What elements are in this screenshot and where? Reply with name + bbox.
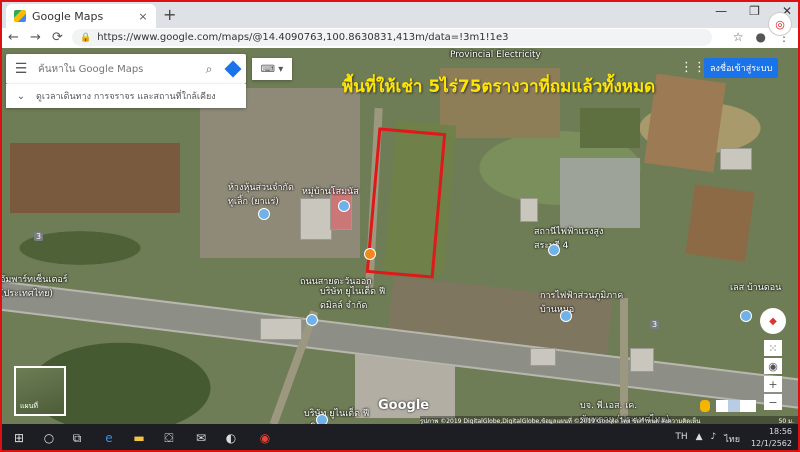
mail-icon[interactable]: ✉	[192, 429, 210, 447]
search-input[interactable]	[36, 62, 198, 76]
search-icon[interactable]: ⌕	[198, 62, 220, 77]
location-icon[interactable]: ◉	[764, 358, 782, 374]
place-pin-icon[interactable]	[560, 310, 572, 322]
compass-icon[interactable]: ◆	[760, 308, 786, 334]
forward-button[interactable]: →	[30, 30, 41, 45]
farm-field	[580, 108, 640, 148]
map-type-thumbnail[interactable]: แผนที่	[14, 366, 66, 416]
edge-browser-icon[interactable]: e	[100, 429, 118, 447]
google-logo: Google	[378, 398, 430, 413]
signin-button[interactable]: ลงชื่อเข้าสู่ระบบ	[704, 58, 779, 78]
rental-plot-outline	[365, 127, 447, 279]
reload-button[interactable]: ⟳	[52, 30, 63, 45]
food-pin-icon[interactable]	[364, 248, 376, 260]
farm-field	[685, 184, 755, 262]
lens-icon[interactable]: ◎	[768, 12, 792, 36]
keyboard-icon[interactable]: ⌨ ▾	[252, 58, 292, 80]
map-controls: ◆ ⁙ ◉ + −	[760, 308, 786, 410]
url-text: https://www.google.com/maps/@14.4090763,…	[97, 32, 509, 43]
building	[520, 198, 538, 222]
place-pin-icon[interactable]	[258, 208, 270, 220]
bookmark-star-icon[interactable]: ☆	[733, 30, 744, 44]
place-pin-icon[interactable]	[548, 244, 560, 256]
url-bar[interactable]: 🔒 https://www.google.com/maps/@14.409076…	[72, 29, 712, 46]
label-shop[interactable]: ห้างหุ้นส่วนจำกัด ทูเลิ้ก (ยาแร่)	[228, 180, 298, 208]
substation-area	[560, 158, 640, 228]
place-pin-icon[interactable]	[740, 310, 752, 322]
place-pin-icon[interactable]	[306, 314, 318, 326]
new-tab-button[interactable]: +	[163, 5, 176, 24]
search-box: ☰ ⌕	[6, 54, 246, 84]
chrome-icon[interactable]: ◉	[256, 429, 274, 447]
grid-icon[interactable]: ⁙	[764, 340, 782, 356]
label-substation[interactable]: สถานีไฟฟ้าแรงสูงสระบุรี 4	[534, 224, 604, 252]
rental-overlay-text: พื้นที่ให้เช่า 5ไร่75ตรางวาที่ถมแล้วทั้ง…	[342, 77, 656, 97]
minimize-button[interactable]: —	[715, 4, 727, 18]
zoom-in-button[interactable]: +	[764, 376, 782, 392]
tab-google-maps[interactable]: Google Maps ×	[6, 4, 156, 28]
maximize-button[interactable]: ❐	[749, 4, 760, 18]
menu-hamburger-icon[interactable]: ☰	[6, 61, 36, 77]
building	[300, 198, 332, 240]
tab-close-icon[interactable]: ×	[136, 10, 150, 23]
media-player-icon[interactable]: ◐	[222, 429, 240, 447]
layer-thumbnails[interactable]	[716, 400, 756, 412]
profile-avatar-icon[interactable]: ●	[756, 30, 766, 44]
pegman-icon[interactable]	[700, 400, 710, 412]
building	[260, 318, 302, 340]
browser-tab-bar: Google Maps × + — ❐ ✕	[0, 0, 800, 28]
tray-language-code[interactable]: TH	[675, 432, 687, 446]
map-type-label: แผนที่	[20, 402, 39, 410]
clock-date: 12/1/2562	[750, 439, 792, 448]
task-view-icon[interactable]: ⧉	[68, 429, 86, 447]
farm-field	[10, 143, 180, 213]
building	[720, 148, 752, 170]
chevron-down-icon: ⌄	[16, 90, 26, 102]
system-tray: TH ▲ ♪ ไทย	[675, 432, 740, 446]
route-shield-icon: 3	[650, 320, 660, 329]
address-bar-row: ← → ⟳ 🔒 https://www.google.com/maps/@14.…	[0, 28, 800, 49]
zoom-out-button[interactable]: −	[764, 394, 782, 410]
clock[interactable]: 18:56 12/1/2562	[751, 426, 792, 450]
label-road: ถนนสายตะวันออก	[300, 277, 372, 287]
compound-area	[200, 88, 360, 258]
label-village[interactable]: หมู่บ้านโสมนัส	[302, 184, 359, 198]
label-pea[interactable]: การไฟฟ้าส่วนภูมิภาค บ้านหมอ	[540, 288, 630, 316]
label-right-top[interactable]: เลส บ้านดอน	[730, 280, 790, 294]
back-button[interactable]: ←	[8, 30, 19, 45]
building	[630, 348, 654, 372]
label-company[interactable]: บริษัท ยูไนเต็ด ฟีดมิลล์ จำกัด	[320, 284, 400, 312]
explore-nearby-row[interactable]: ⌄ ดูเวลาเดินทาง การจราจร และสถานที่ใกล้เ…	[6, 84, 246, 108]
tray-language[interactable]: ไทย	[724, 432, 740, 446]
windows-start-icon[interactable]: ⊞	[10, 429, 28, 447]
route-shield-icon: 3	[34, 232, 44, 241]
scale-bar[interactable]: 50 ม.	[779, 416, 794, 424]
building	[530, 348, 556, 366]
search-taskbar-icon[interactable]: ○	[40, 429, 58, 447]
store-icon[interactable]: ⛋	[160, 429, 178, 447]
windows-taskbar: ⊞ ○ ⧉ e ▬ ⛋ ✉ ◐ ◉ TH ▲ ♪ ไทย 18:56 12/1/…	[0, 424, 800, 452]
tab-title: Google Maps	[32, 9, 104, 23]
google-maps-favicon-icon	[14, 10, 26, 22]
file-explorer-icon[interactable]: ▬	[130, 429, 148, 447]
explore-nearby-text: ดูเวลาเดินทาง การจราจร และสถานที่ใกล้เคี…	[36, 92, 216, 102]
volume-icon[interactable]: ♪	[711, 432, 717, 446]
place-pin-icon[interactable]	[316, 414, 328, 424]
network-icon[interactable]: ▲	[696, 432, 703, 446]
directions-icon[interactable]	[220, 56, 246, 82]
label-provincial-electricity[interactable]: Provincial Electricity	[450, 50, 541, 60]
satellite-map[interactable]: Provincial Electricity ห้างหุ้นส่วนจำกัด…	[0, 48, 800, 424]
place-pin-icon[interactable]	[338, 200, 350, 212]
label-left-company[interactable]: อัมพาร์ทเซ็นเตอร์ (ประเทศไทย)	[0, 272, 90, 300]
clock-time: 18:56	[768, 427, 792, 436]
map-attribution: รูปภาพ ©2019 DigitalGlobe,DigitalGlobe,ข…	[420, 416, 800, 424]
lock-icon: 🔒	[80, 32, 92, 43]
